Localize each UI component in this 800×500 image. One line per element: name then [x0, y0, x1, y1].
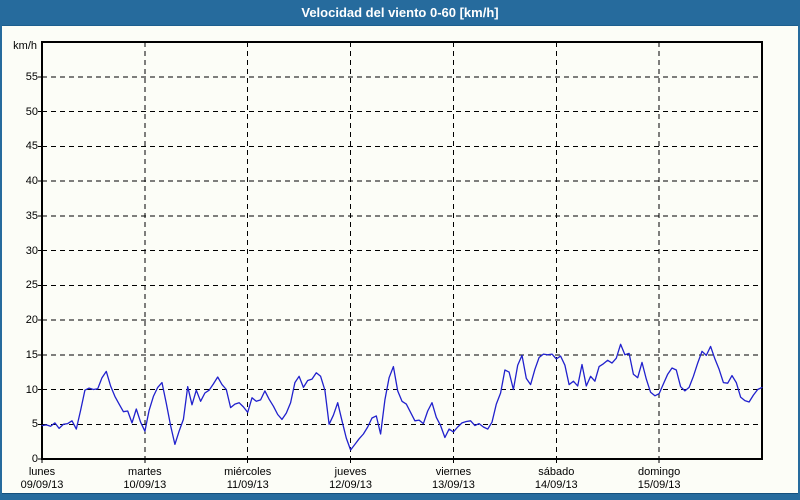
- y-tick-label: 45: [2, 140, 38, 153]
- y-tick-label: 50: [2, 106, 38, 119]
- y-tick-label: 55: [2, 71, 38, 84]
- chart-window: Velocidad del viento 0-60 [km/h] km/h 05…: [0, 0, 800, 500]
- day-date-label: 09/09/13: [0, 479, 94, 492]
- y-tick-label: 30: [2, 245, 38, 258]
- y-tick-label: 35: [2, 210, 38, 223]
- x-day-label: jueves12/09/13: [299, 466, 403, 492]
- y-axis-unit-label: km/h: [2, 40, 37, 53]
- day-date-label: 12/09/13: [299, 479, 403, 492]
- day-name-label: miércoles: [196, 466, 300, 479]
- y-tick-label: 0: [2, 453, 38, 466]
- day-date-label: 13/09/13: [401, 479, 505, 492]
- bottom-bar: [2, 493, 798, 500]
- y-tick-label: 20: [2, 314, 38, 327]
- day-date-label: 14/09/13: [504, 479, 608, 492]
- y-tick-label: 10: [2, 384, 38, 397]
- day-name-label: jueves: [299, 466, 403, 479]
- x-day-label: viernes13/09/13: [401, 466, 505, 492]
- day-date-label: 10/09/13: [93, 479, 197, 492]
- y-tick-label: 5: [2, 418, 38, 431]
- x-day-label: miércoles11/09/13: [196, 466, 300, 492]
- x-day-label: domingo15/09/13: [607, 466, 711, 492]
- day-name-label: sábado: [504, 466, 608, 479]
- x-day-label: sábado14/09/13: [504, 466, 608, 492]
- day-date-label: 15/09/13: [607, 479, 711, 492]
- x-day-label: lunes09/09/13: [0, 466, 94, 492]
- day-name-label: lunes: [0, 466, 94, 479]
- wind-speed-chart: [2, 0, 800, 500]
- wind-speed-line: [42, 344, 762, 450]
- day-name-label: domingo: [607, 466, 711, 479]
- y-tick-label: 40: [2, 175, 38, 188]
- y-tick-label: 25: [2, 279, 38, 292]
- x-day-label: martes10/09/13: [93, 466, 197, 492]
- day-name-label: viernes: [401, 466, 505, 479]
- day-date-label: 11/09/13: [196, 479, 300, 492]
- day-name-label: martes: [93, 466, 197, 479]
- y-tick-label: 15: [2, 349, 38, 362]
